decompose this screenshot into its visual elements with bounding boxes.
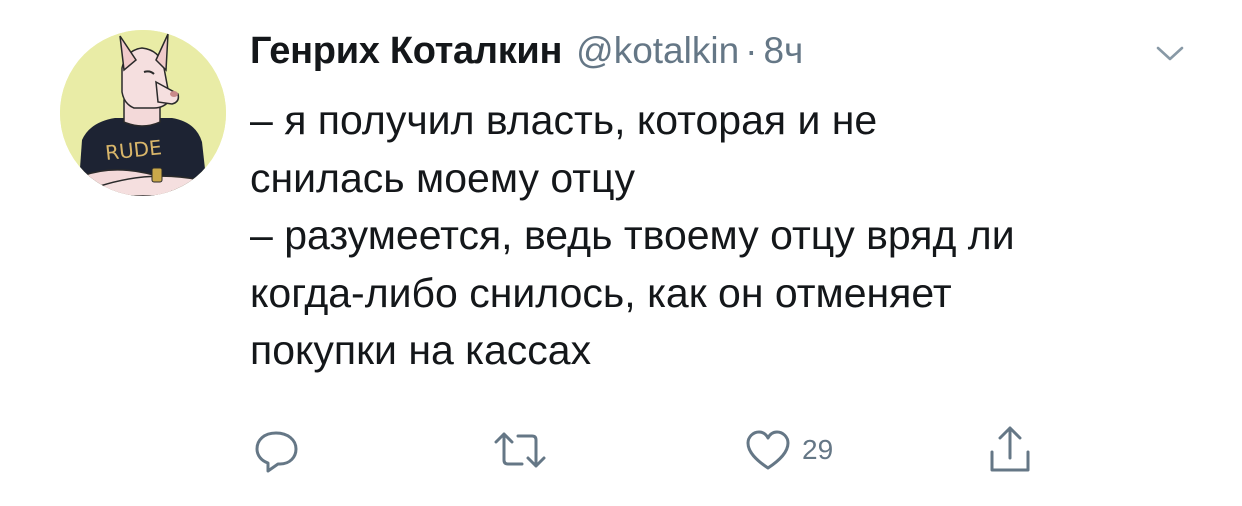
author-handle[interactable]: @kotalkin: [576, 30, 739, 72]
tweet-text: – я получил власть, которая и не снилась…: [250, 92, 1210, 380]
author-name[interactable]: Генрих Коталкин: [250, 30, 562, 73]
dog-avatar-illustration: RUDE: [60, 30, 226, 196]
share-button[interactable]: [984, 420, 1036, 480]
retweet-icon: [494, 432, 546, 468]
heart-icon: [746, 430, 790, 470]
tweet-text-line: покупки на кассах: [250, 327, 592, 373]
reply-button[interactable]: [250, 420, 302, 480]
avatar[interactable]: RUDE: [60, 30, 226, 196]
reply-icon: [255, 431, 298, 473]
tweet-text-line: – разумеется, ведь твоему отцу вряд ли: [250, 212, 1015, 258]
retweet-button[interactable]: [490, 420, 550, 480]
like-count: 29: [802, 434, 834, 465]
tweet-text-line: когда-либо снилось, как он отменяет: [250, 269, 952, 316]
share-icon: [990, 426, 1030, 472]
tweet-actions: 29: [250, 420, 1050, 480]
chevron-down-icon[interactable]: [1150, 40, 1190, 66]
tweet-header: Генрих Коталкин @kotalkin · 8ч: [250, 30, 803, 86]
timestamp[interactable]: 8ч: [763, 30, 803, 72]
tweet-text-line: снилась моему отцу: [250, 154, 636, 201]
separator-dot: ·: [745, 30, 758, 71]
tweet[interactable]: RUDE Генрих Коталкин @kotalkin · 8ч – я …: [0, 0, 1242, 506]
tweet-text-line: – я получил власть, которая и не: [250, 97, 878, 143]
like-button[interactable]: 29: [742, 420, 833, 480]
